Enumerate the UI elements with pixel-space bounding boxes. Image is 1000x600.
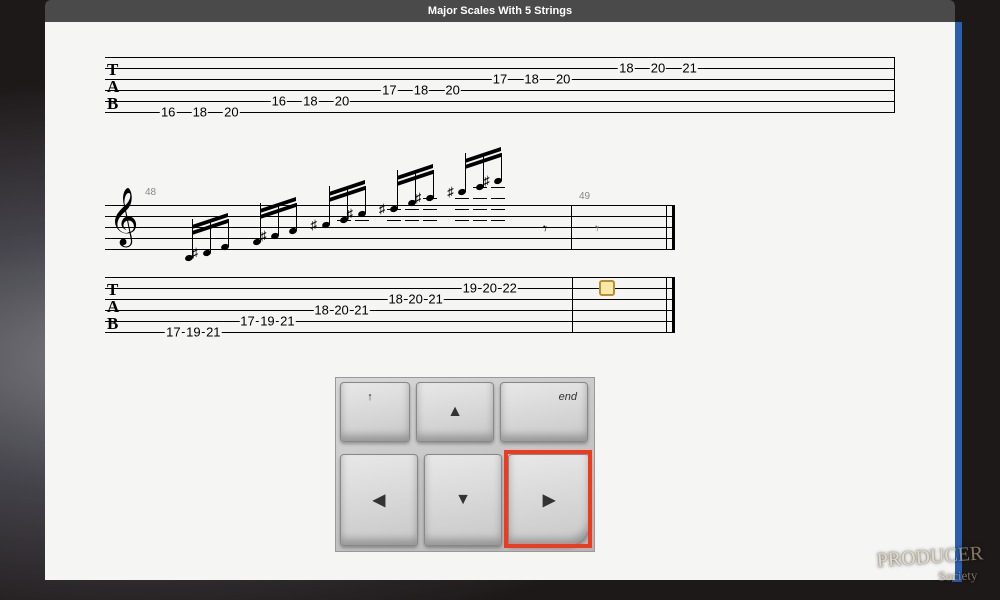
fret-number: 20 [334, 94, 350, 109]
final-barline [672, 205, 675, 249]
fret-number: 16 [271, 94, 287, 109]
fret-number: 17 [381, 83, 397, 98]
tab-label: T A B [107, 281, 119, 332]
end-key: end [500, 382, 588, 442]
treble-clef-icon: 𝄞 [109, 191, 139, 241]
arrow-left-key: ◀ [340, 454, 418, 546]
arrow-down-key: ▼ [424, 454, 502, 546]
fret-number: 17 [492, 72, 508, 87]
fret-number: 21 [205, 325, 221, 340]
fret-number: 20 [444, 83, 460, 98]
fret-number: 19 [462, 281, 478, 296]
fret-number: 18 [192, 105, 208, 120]
fret-number: 19 [259, 314, 275, 329]
document-page: 16 18 20 16 18 20 17 18 20 17 18 20 18 20 21 T A B 48 … [45, 22, 955, 580]
keyboard-overlay: ↑ ▲ end ◀ ▼ ▶ [335, 377, 595, 552]
fret-number: 20 [333, 303, 349, 318]
fret-number: 21 [427, 292, 443, 307]
watermark-logo: PRODUCER Society [868, 518, 993, 596]
fret-number: 18 [618, 61, 634, 76]
window-title: Major Scales With 5 Strings [45, 0, 955, 22]
measure-number: 48 [145, 187, 156, 198]
highlight-box [504, 450, 592, 548]
fret-number: 21 [279, 314, 295, 329]
fret-number: 20 [555, 72, 571, 87]
barline [571, 205, 572, 249]
tab-label: T A B [107, 61, 119, 112]
final-barline [672, 277, 675, 332]
tab-staff-1: 16 18 20 16 18 20 17 18 20 17 18 20 18 20 21 T A B [105, 57, 895, 127]
fret-number: 20 [223, 105, 239, 120]
arrow-up-key: ▲ [416, 382, 494, 442]
eighth-rest-icon: 𝄾 [595, 221, 599, 239]
notation-staff: 48 49 𝄞 𝄾 𝄾 ♯♯♯♯♯♯♯♯ [105, 187, 675, 267]
fret-number: 21 [353, 303, 369, 318]
fret-number: 18 [302, 94, 318, 109]
measure-number: 49 [579, 191, 590, 202]
fret-number: 18 [413, 83, 429, 98]
fret-number: 20 [650, 61, 666, 76]
fret-number: 18 [387, 292, 403, 307]
fret-number: 18 [523, 72, 539, 87]
fret-number: 20 [482, 281, 498, 296]
fret-number: 21 [681, 61, 697, 76]
fret-number: 20 [407, 292, 423, 307]
fret-number: 16 [160, 105, 176, 120]
edit-cursor[interactable] [599, 280, 615, 296]
fret-number: 17 [165, 325, 181, 340]
fret-number: 17 [239, 314, 255, 329]
eighth-rest-icon: 𝄾 [543, 221, 547, 239]
fret-number: 22 [501, 281, 517, 296]
fret-number: 18 [313, 303, 329, 318]
tab-staff-2: 171921171921182021182021192022 T A B [105, 277, 675, 347]
shift-up-key: ↑ [340, 382, 410, 442]
fret-number: 19 [185, 325, 201, 340]
